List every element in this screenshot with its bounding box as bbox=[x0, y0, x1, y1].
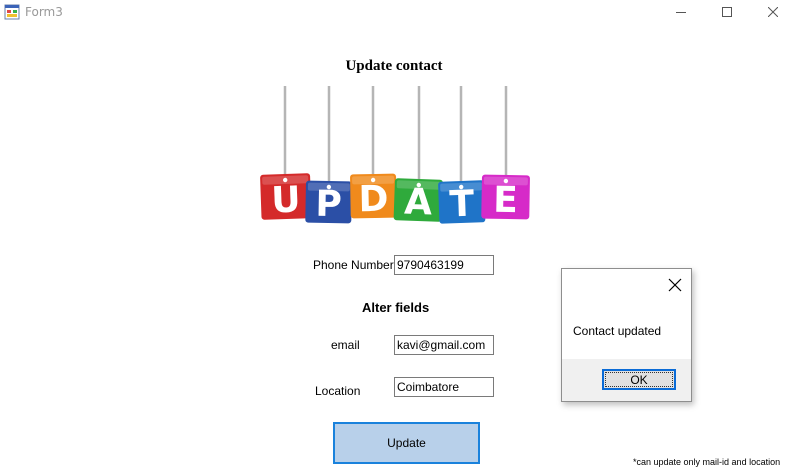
title-bar: Form3 bbox=[0, 0, 790, 24]
message-dialog: Contact updated OK bbox=[561, 268, 692, 402]
letter-tile: E bbox=[481, 174, 530, 221]
email-label: email bbox=[331, 338, 360, 352]
letter-tile: U bbox=[260, 173, 312, 221]
minimize-button[interactable] bbox=[658, 0, 704, 24]
location-label: Location bbox=[315, 384, 361, 398]
close-button[interactable] bbox=[750, 0, 790, 24]
update-banner-image: UPDATE bbox=[260, 86, 530, 226]
maximize-icon bbox=[722, 7, 732, 17]
close-icon bbox=[768, 7, 778, 17]
letter-tile: D bbox=[350, 173, 397, 221]
tile-letter: P bbox=[315, 184, 342, 225]
phone-number-label: Phone Number bbox=[313, 258, 394, 272]
letter-tile: A bbox=[393, 178, 443, 224]
page-title: Update contact bbox=[345, 58, 443, 74]
tile-letter: D bbox=[358, 179, 389, 221]
update-button-label: Update bbox=[387, 436, 426, 450]
tile-letter: E bbox=[493, 180, 518, 221]
dialog-footer: OK bbox=[562, 359, 691, 401]
alter-fields-heading: Alter fields bbox=[362, 300, 430, 315]
tile-letter: T bbox=[449, 184, 475, 226]
minimize-icon bbox=[676, 12, 686, 13]
email-input[interactable]: kavi@gmail.com bbox=[394, 335, 494, 355]
dialog-message: Contact updated bbox=[573, 324, 662, 338]
letter-tile: P bbox=[305, 180, 352, 225]
update-button[interactable]: Update bbox=[333, 422, 480, 464]
maximize-button[interactable] bbox=[704, 0, 750, 24]
phone-number-input[interactable]: 9790463199 bbox=[394, 255, 494, 275]
footnote: *can update only mail-id and location bbox=[633, 457, 781, 467]
tile-letter: U bbox=[271, 179, 302, 221]
dialog-close-icon[interactable] bbox=[667, 277, 683, 293]
ok-button[interactable]: OK bbox=[602, 369, 676, 390]
window-title: Form3 bbox=[25, 5, 63, 19]
letter-tile: T bbox=[438, 180, 486, 226]
location-input[interactable]: Coimbatore bbox=[394, 377, 494, 397]
form-app-icon bbox=[4, 4, 20, 20]
ok-button-label: OK bbox=[630, 372, 648, 387]
tile-letter: A bbox=[404, 182, 433, 224]
